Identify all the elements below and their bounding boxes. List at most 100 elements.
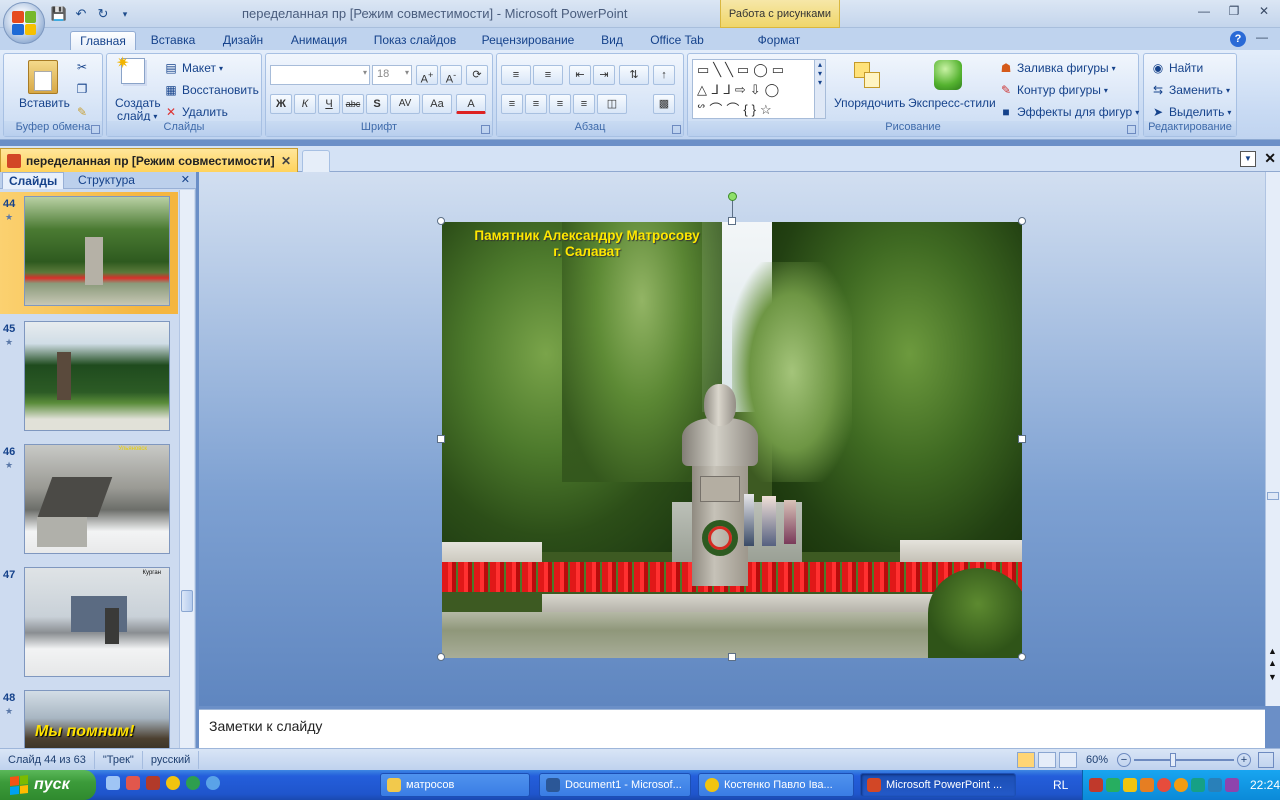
strikethrough-button[interactable]: abc [342,94,364,114]
copy-icon[interactable]: ❐ [74,81,90,97]
zoom-in-icon[interactable]: + [1237,752,1251,767]
shape-outline-button[interactable]: ✎ Контур фигуры ▾ [998,82,1108,98]
tray-app-icon[interactable] [1106,778,1120,792]
zoom-out-icon[interactable]: − [1117,752,1131,767]
next-slide-icon[interactable]: ▼ [1268,672,1277,682]
align-left-button[interactable]: ≡ [501,94,523,114]
start-button[interactable]: пуск [0,770,96,800]
language-indicator[interactable]: русский [143,750,200,769]
replace-button[interactable]: ⇆ Заменить ▾ [1150,82,1230,98]
volume-icon[interactable] [1140,778,1154,792]
slide-thumbnail-47[interactable]: 47 Курган [0,563,178,686]
resize-handle-tr[interactable] [1018,217,1026,225]
text-direction-button[interactable]: ↑ [653,65,675,85]
shape-effects-button[interactable]: ■ Эффекты для фигур ▾ [998,104,1139,120]
notes-pane[interactable]: Заметки к слайду [199,709,1265,748]
tray-app-icon[interactable] [1123,778,1137,792]
cut-icon[interactable]: ✂ [74,59,90,75]
find-button[interactable]: ◉ Найти [1150,60,1204,76]
document-tab-active[interactable]: переделанная пр [Режим совместимости] ✕ [0,148,298,172]
new-tab-button[interactable] [302,150,330,172]
tab-view[interactable]: Вид [592,31,632,50]
line-spacing-button[interactable]: ⇅ [619,65,649,85]
scroll-up-icon[interactable]: ▲ [1268,646,1277,656]
previous-slide-icon[interactable]: ▲ [1268,658,1277,668]
quick-styles-icon[interactable] [934,60,962,90]
redo-icon[interactable]: ↻ [94,5,112,23]
resize-handle-l[interactable] [437,435,445,443]
arrange-icon[interactable] [852,60,884,90]
tab-outline[interactable]: Структура [72,172,141,189]
increase-indent-button[interactable]: ⇥ [593,65,615,85]
powerpoint-launch-icon[interactable] [126,776,140,790]
clock[interactable]: 22:24 [1250,778,1280,792]
font-color-button[interactable]: A [456,94,486,114]
ribbon-minimize-icon[interactable]: — [1256,30,1268,44]
chrome-icon[interactable] [166,776,180,790]
tray-app-icon[interactable] [1157,778,1171,792]
clear-format-button[interactable]: ⟳ [466,65,488,85]
clipboard-dialog-launcher[interactable] [91,125,100,134]
tab-review[interactable]: Рецензирование [475,31,581,50]
close-document-icon[interactable]: ✕ [1264,150,1276,167]
columns-button[interactable]: ◫ [597,94,627,114]
resize-handle-tl[interactable] [437,217,445,225]
utorrent-icon[interactable] [186,776,200,790]
grow-font-button[interactable]: A+ [416,65,438,86]
align-center-button[interactable]: ≡ [525,94,547,114]
underline-button[interactable]: Ч [318,94,340,114]
resize-handle-t[interactable] [728,217,736,225]
italic-button[interactable]: К [294,94,316,114]
close-tab-icon[interactable]: ✕ [281,154,291,168]
browser-icon[interactable] [206,776,220,790]
resize-handle-b[interactable] [728,653,736,661]
restore-icon[interactable]: ❐ [1224,4,1244,20]
customize-qat-icon[interactable]: ▾ [116,5,134,23]
align-right-button[interactable]: ≡ [549,94,571,114]
tab-animation[interactable]: Анимация [282,31,356,50]
zoom-slider-thumb[interactable] [1170,752,1176,767]
tab-home[interactable]: Главная [70,31,136,50]
char-spacing-button[interactable]: AV [390,94,420,114]
bullets-button[interactable]: ≡ [501,65,531,85]
format-painter-icon[interactable]: ✎ [74,104,90,120]
slide-sorter-icon[interactable] [1037,751,1056,768]
minimize-icon[interactable]: — [1194,4,1214,20]
tab-slides[interactable]: Слайды [2,172,65,189]
normal-view-icon[interactable] [1016,751,1035,768]
slide-thumbnail-46[interactable]: 46 ★ Ульяновск [0,440,178,563]
fit-to-window-icon[interactable] [1258,751,1274,768]
slide-thumbnail-45[interactable]: 45 ★ [0,317,178,440]
close-icon[interactable]: ✕ [1254,4,1274,20]
slideshow-icon[interactable] [1058,751,1077,768]
shape-fill-button[interactable]: ☗ Заливка фигуры ▾ [998,60,1116,76]
smartart-button[interactable]: ▩ [653,94,675,114]
taskbar-item-folder[interactable]: матросов [380,773,530,797]
tray-app-icon[interactable] [1225,778,1239,792]
taskbar-item-powerpoint[interactable]: Microsoft PowerPoint ... [860,773,1016,797]
resize-handle-bl[interactable] [437,653,445,661]
new-slide-icon[interactable]: ✷ [116,55,145,84]
shrink-font-button[interactable]: A- [440,65,462,86]
new-slide-button[interactable]: Создать [115,96,161,110]
tab-list-icon[interactable]: ▼ [1240,151,1256,167]
shapes-gallery[interactable]: ▭╲╲▭◯▭ △ᒧᒧ⇨⇩◯ ᔥ⌒⌒{}☆ [692,59,818,119]
decrease-indent-button[interactable]: ⇤ [569,65,591,85]
network-icon[interactable] [1089,778,1103,792]
slide-title[interactable]: Памятник Александру Матросову г. Салават [442,228,732,260]
editor-scroll-thumb[interactable] [1267,492,1279,500]
tab-format[interactable]: Формат [742,31,816,50]
office-button[interactable] [3,2,45,44]
app-launch-icon[interactable] [146,776,160,790]
taskbar-item-word[interactable]: Document1 - Microsof... [539,773,691,797]
save-icon[interactable]: 💾 [50,5,68,23]
drawing-dialog-launcher[interactable] [1127,125,1136,134]
paragraph-dialog-launcher[interactable] [672,125,681,134]
pane-scrollbar[interactable] [179,190,194,748]
slide-thumbnail-44[interactable]: 44 ★ [0,192,178,314]
zoom-slider[interactable] [1134,752,1234,767]
taskbar-item-chrome[interactable]: Костенко Павло Іва... [698,773,854,797]
tray-app-icon[interactable] [1208,778,1222,792]
paste-button[interactable]: Вставить [19,96,70,110]
quick-styles-button[interactable]: Экспресс-стили [908,96,996,110]
